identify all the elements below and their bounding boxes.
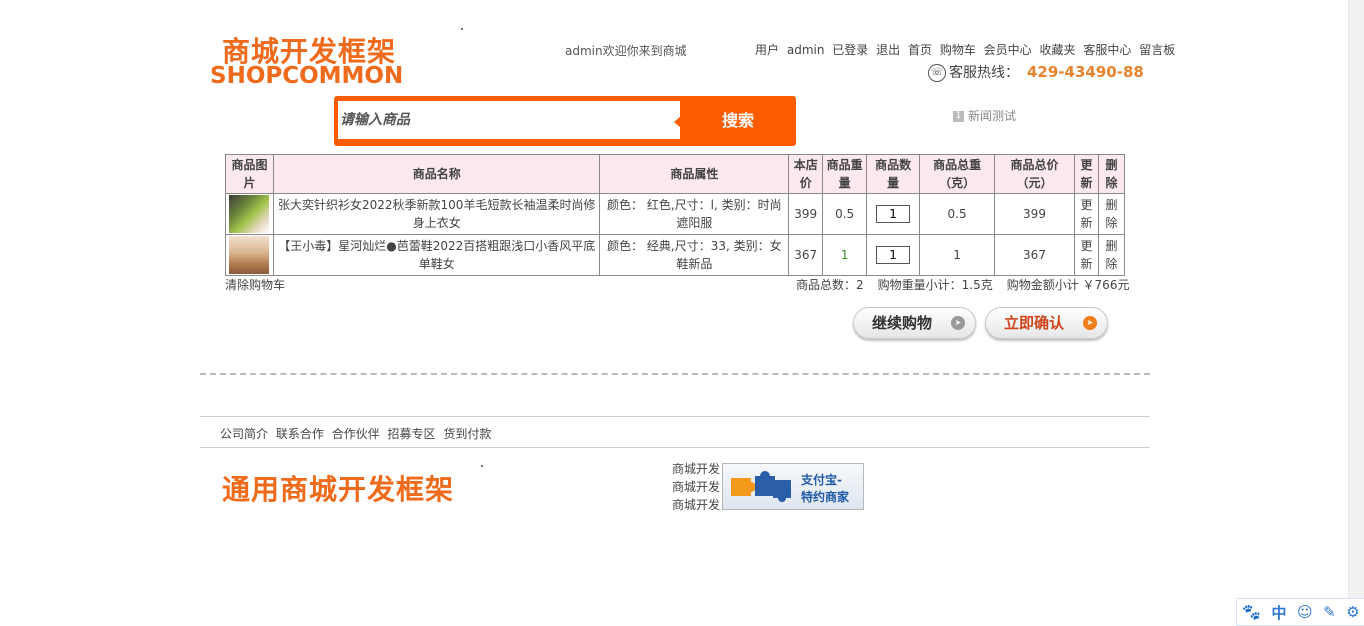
product-price: 399 [788,193,824,235]
nav-logout[interactable]: 退出 [876,43,900,57]
settings-icon[interactable]: ⚙ [1346,603,1359,621]
decor-dot [461,28,463,30]
puzzle-icon [731,471,791,502]
product-thumb-cell [225,234,274,276]
product-name[interactable]: 张大奕针织衫女2022秋季新款100羊毛短款长袖温柔时尚修身上衣女 [272,193,601,235]
clear-cart-link[interactable]: 清除购物车 [225,276,285,293]
product-total-weight: 1 [919,234,996,276]
cart-table: 商品图片 商品名称 商品属性 本店价 商品重量 商品数量 商品总重（克） 商品总… [225,154,1126,276]
continue-shopping-label: 继续购物 [872,314,933,332]
product-total-price: 399 [994,193,1075,235]
product-image[interactable] [229,195,270,233]
hotline: ☏ 客服热线： 429-43490-88 [928,62,1144,82]
product-image[interactable] [229,236,270,274]
footer-logo: 通用商城开发框架 [222,473,455,506]
product-total-price: 367 [994,234,1075,276]
footer-nav-cod[interactable]: 货到付款 [443,427,491,441]
col-total-weight: 商品总重（克） [919,154,996,194]
welcome-text: admin欢迎你来到商城 [565,44,687,58]
cart-summary: 商品总数：2 购物重量小计：1.5克 购物金额小计 ￥766元 [796,276,1129,293]
col-update: 更新 [1073,154,1099,194]
product-thumb-cell [225,193,274,235]
quantity-input[interactable] [876,205,911,223]
logo-en[interactable]: SHOPCOMMON [210,63,403,89]
phone-icon: ☏ [928,64,946,82]
page-scrollbar[interactable] [1348,0,1364,624]
update-link[interactable]: 更新 [1073,193,1099,235]
delete-link[interactable]: 删除 [1097,193,1126,235]
footer-nav-recruit[interactable]: 招募专区 [388,427,436,441]
news-item[interactable]: 1 新闻测试 [953,107,1016,124]
decor-dot [481,465,483,467]
table-row: 张大奕针织衫女2022秋季新款100羊毛短款长袖温柔时尚修身上衣女 颜色： 红色… [225,193,1126,235]
cursor-icon: ➤ [1083,316,1097,330]
nav-message-board[interactable]: 留言板 [1139,43,1175,57]
summary-amount: 购物金额小计 ￥766元 [1006,278,1130,292]
top-nav: 用户 admin 已登录 退出 首页 购物车 会员中心 收藏夹 客服中心 留言板 [755,41,1179,58]
product-attrs: 颜色： 红色,尺寸：l, 类别：时尚遮阳服 [599,193,790,235]
product-weight: 0.5 [822,193,868,235]
confirm-button[interactable]: 立即确认 ➤ [985,307,1108,339]
col-attrs: 商品属性 [599,154,790,194]
quantity-input[interactable] [876,246,911,264]
col-qty: 商品数量 [866,154,921,194]
footer-link[interactable]: 商城开发 [672,460,720,478]
delete-link[interactable]: 删除 [1097,234,1126,276]
dashed-divider [200,373,1150,375]
col-weight: 商品重量 [822,154,868,194]
col-delete: 删除 [1097,154,1126,194]
chinese-mode-icon[interactable]: 中 [1271,602,1286,623]
alipay-line2: 特约商家 [801,490,850,504]
footer-divider-top [200,416,1150,417]
col-name: 商品名称 [272,154,601,194]
footer-nav: 公司简介 联系合作 合作伙伴 招募专区 货到付款 [220,425,495,442]
search-box: 搜索 [334,96,796,146]
emoji-icon[interactable]: ☺ [1297,603,1313,621]
confirm-label: 立即确认 [1004,314,1065,332]
nav-member-center[interactable]: 会员中心 [984,43,1032,57]
summary-count: 商品总数：2 [796,278,864,292]
product-name[interactable]: 【王小毒】星河灿烂●芭蕾鞋2022百搭粗跟浅口小香风平底单鞋女 [272,234,601,276]
paw-icon[interactable]: 🐾 [1242,603,1261,621]
continue-shopping-button[interactable]: 继续购物 ➤ [853,307,976,339]
table-row: 【王小毒】星河灿烂●芭蕾鞋2022百搭粗跟浅口小香风平底单鞋女 颜色： 经典,尺… [225,234,1126,276]
footer-divider-bottom [200,447,1150,448]
qty-cell [866,234,921,276]
col-image: 商品图片 [225,154,274,194]
col-price: 本店价 [788,154,824,194]
nav-home[interactable]: 首页 [908,43,932,57]
search-input[interactable] [338,101,680,139]
product-price: 367 [788,234,824,276]
username: admin [786,43,825,57]
cart-header-row: 商品图片 商品名称 商品属性 本店价 商品重量 商品数量 商品总重（克） 商品总… [225,154,1126,194]
qty-cell [866,193,921,235]
col-total-price: 商品总价（元） [994,154,1075,194]
nav-favorites[interactable]: 收藏夹 [1040,43,1076,57]
product-weight: 1 [822,234,868,276]
login-status: 已登录 [832,43,869,57]
footer-links: 商城开发 商城开发 商城开发 [672,460,720,514]
news-badge: 1 [953,111,964,122]
nav-cart[interactable]: 购物车 [940,43,976,57]
summary-weight: 购物重量小计：1.5克 [877,278,993,292]
update-link[interactable]: 更新 [1073,234,1099,276]
ime-toolbar: 🐾 中 ☺ ✎ ⚙ [1236,598,1364,626]
footer-nav-about[interactable]: 公司简介 [220,427,268,441]
user-prefix: 用户 [755,43,780,57]
product-attrs: 颜色： 经典,尺寸：33, 类别：女鞋新品 [599,234,790,276]
footer-nav-contact[interactable]: 联系合作 [276,427,324,441]
pen-icon[interactable]: ✎ [1323,603,1336,621]
footer-link[interactable]: 商城开发 [672,478,720,496]
hotline-label: 客服热线： [949,65,1019,81]
news-text[interactable]: 新闻测试 [968,109,1016,123]
nav-customer-service[interactable]: 客服中心 [1083,43,1131,57]
cursor-icon: ➤ [951,316,965,330]
hotline-number: 429-43490-88 [1027,63,1144,81]
search-button[interactable]: 搜索 [680,96,796,146]
footer-link[interactable]: 商城开发 [672,496,720,514]
footer-nav-partners[interactable]: 合作伙伴 [332,427,380,441]
alipay-line1: 支付宝- [801,473,842,487]
alipay-badge[interactable]: 支付宝- 特约商家 [722,463,864,510]
product-total-weight: 0.5 [919,193,996,235]
